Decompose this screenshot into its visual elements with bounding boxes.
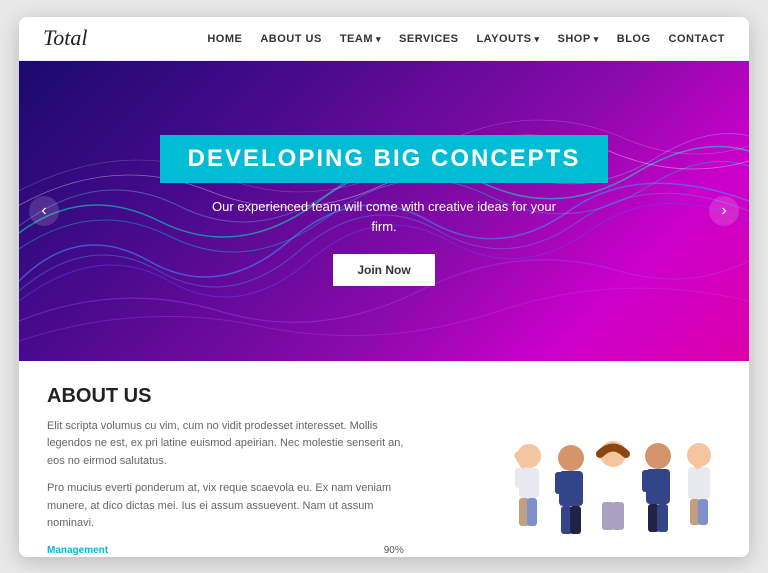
about-paragraph-2: Pro mucius everti ponderum at, vix reque…	[47, 480, 404, 533]
hero-cta-button[interactable]: Join Now	[333, 254, 434, 286]
nav-item-team[interactable]: TEAM	[340, 29, 381, 47]
progress-label-row: Management 90%	[47, 545, 404, 556]
nav-link-home[interactable]: HOME	[207, 33, 242, 45]
nav-item-services[interactable]: SERVICES	[399, 29, 458, 47]
nav-link-shop[interactable]: SHOP	[558, 33, 599, 45]
nav-link-blog[interactable]: BLOG	[617, 33, 651, 45]
hero-content: DEVELOPING BIG CONCEPTS Our experienced …	[160, 135, 609, 286]
navbar: Total HOME ABOUT US TEAM SERVICES LAYOUT…	[19, 17, 749, 61]
nav-link-contact[interactable]: CONTACT	[669, 33, 725, 45]
hero-section: ‹ DEVELOPING BIG CONCEPTS Our experience…	[19, 61, 749, 361]
about-left: ABOUT US Elit scripta volumus cu vim, cu…	[47, 385, 404, 557]
progress-section: Management 90%	[47, 545, 404, 556]
nav-item-contact[interactable]: CONTACT	[669, 29, 725, 47]
about-paragraph-1: Elit scripta volumus cu vim, cum no vidi…	[47, 418, 404, 471]
nav-links: HOME ABOUT US TEAM SERVICES LAYOUTS SHOP…	[207, 29, 725, 47]
browser-window: Total HOME ABOUT US TEAM SERVICES LAYOUT…	[19, 17, 749, 557]
nav-item-layouts[interactable]: LAYOUTS	[476, 29, 539, 47]
nav-link-team[interactable]: TEAM	[340, 33, 381, 45]
hero-title: DEVELOPING BIG CONCEPTS	[188, 145, 581, 173]
people-illustration	[501, 426, 721, 556]
nav-item-blog[interactable]: BLOG	[617, 29, 651, 47]
progress-percent-label: 90%	[384, 545, 404, 556]
nav-link-layouts[interactable]: LAYOUTS	[476, 33, 539, 45]
nav-item-shop[interactable]: SHOP	[558, 29, 599, 47]
hero-subtitle: Our experienced team will come with crea…	[160, 197, 609, 236]
hero-title-box: DEVELOPING BIG CONCEPTS	[160, 135, 609, 183]
about-right	[424, 385, 721, 557]
about-section: ABOUT US Elit scripta volumus cu vim, cu…	[19, 361, 749, 557]
site-logo[interactable]: Total	[43, 25, 207, 51]
nav-link-about[interactable]: ABOUT US	[260, 33, 321, 45]
nav-item-about[interactable]: ABOUT US	[260, 29, 321, 47]
nav-link-services[interactable]: SERVICES	[399, 33, 458, 45]
about-title: ABOUT US	[47, 385, 404, 408]
hero-next-button[interactable]: ›	[709, 196, 739, 226]
hero-prev-button[interactable]: ‹	[29, 196, 59, 226]
nav-item-home[interactable]: HOME	[207, 29, 242, 47]
progress-label: Management	[47, 545, 108, 556]
